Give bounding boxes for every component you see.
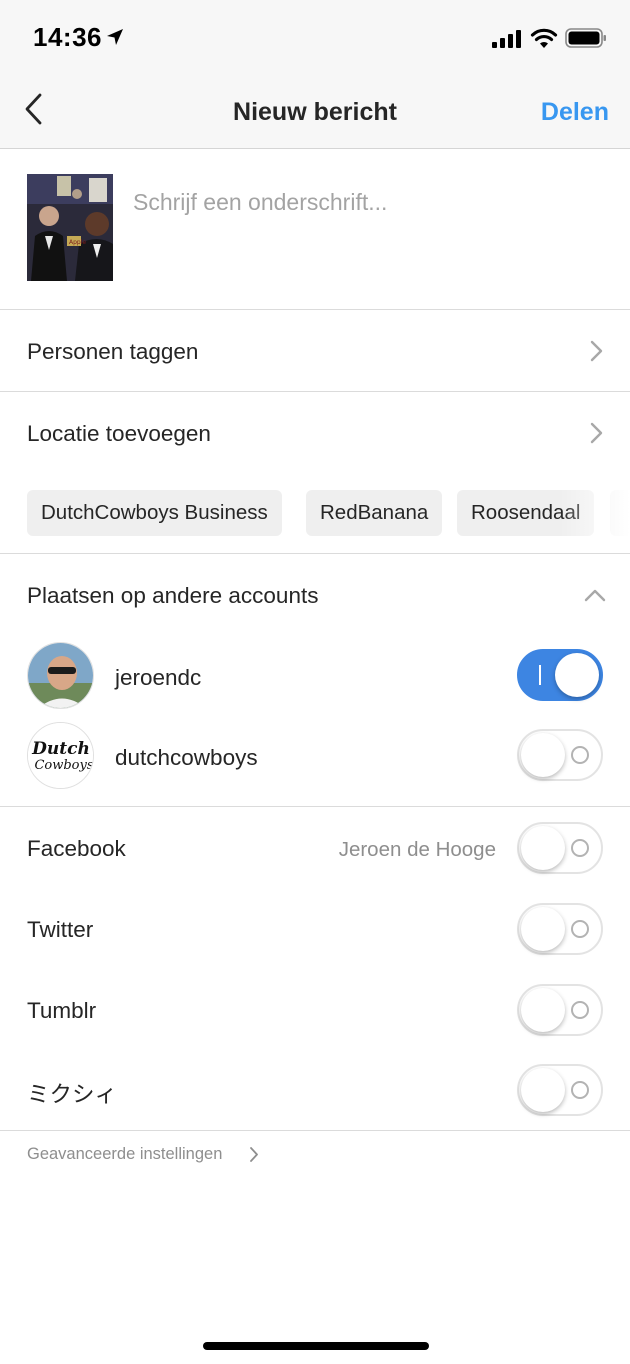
status-time: 14:36 — [33, 22, 102, 52]
scroll-fade — [560, 490, 630, 536]
location-chip[interactable]: RedBanana — [306, 490, 443, 536]
chevron-right-icon — [590, 422, 603, 444]
cellular-signal-icon — [492, 30, 521, 48]
location-arrow-icon — [107, 29, 123, 45]
service-name: Facebook — [27, 836, 126, 861]
toggle-knob — [555, 653, 599, 697]
tag-people-row[interactable]: Personen taggen — [0, 311, 630, 391]
navigation-bar: Nieuw bericht Delen — [0, 78, 630, 149]
compose-area: Apple Schrijf een onderschrift... — [0, 149, 630, 310]
account-row-jeroendc: jeroendc — [0, 637, 630, 717]
toggle-knob — [521, 733, 565, 777]
toggle-on-mark — [539, 665, 541, 685]
toggle-off-mark — [571, 1081, 589, 1099]
other-accounts-label: Plaatsen op andere accounts — [27, 583, 319, 608]
advanced-settings-link[interactable]: Geavanceerde instellingen — [27, 1145, 222, 1164]
chevron-right-icon — [590, 340, 603, 362]
toggle-knob — [521, 988, 565, 1032]
chevron-right-icon — [250, 1147, 258, 1162]
chevron-up-icon — [584, 589, 606, 602]
service-name: Tumblr — [27, 998, 97, 1023]
photo-thumbnail[interactable]: Apple — [27, 174, 113, 281]
logo-text: Cowboys — [34, 758, 93, 773]
service-row-tumblr: Tumblr — [0, 967, 630, 1047]
toggle-jeroendc[interactable] — [517, 649, 603, 701]
other-accounts-header[interactable]: Plaatsen op andere accounts — [0, 554, 630, 634]
svg-text:Apple: Apple — [69, 239, 86, 246]
account-name: jeroendc — [115, 665, 202, 690]
toggle-knob — [521, 907, 565, 951]
toggle-off-mark — [571, 1001, 589, 1019]
location-chip[interactable]: DutchCowboys Business — [27, 490, 282, 536]
toggle-knob — [521, 1068, 565, 1112]
wifi-icon — [530, 28, 558, 48]
account-name: dutchcowboys — [115, 745, 258, 770]
toggle-knob — [521, 826, 565, 870]
service-row-twitter: Twitter — [0, 887, 630, 967]
home-indicator[interactable] — [203, 1342, 429, 1350]
add-location-label: Locatie toevoegen — [27, 421, 211, 446]
facebook-account-name: Jeroen de Hooge — [338, 838, 496, 861]
service-row-facebook: Facebook Jeroen de Hooge — [0, 807, 630, 887]
add-location-row[interactable]: Locatie toevoegen — [0, 392, 630, 472]
toggle-off-mark — [571, 839, 589, 857]
toggle-twitter[interactable] — [517, 903, 603, 955]
battery-icon — [565, 28, 606, 48]
avatar — [27, 642, 94, 709]
service-row-mixi: ミクシィ — [0, 1047, 630, 1129]
divider — [0, 1130, 630, 1131]
logo-text: Dutch — [31, 739, 90, 759]
account-row-dutchcowboys: Dutch Cowboys dutchcowboys — [0, 717, 630, 797]
share-button[interactable]: Delen — [541, 98, 609, 127]
toggle-off-mark — [571, 920, 589, 938]
page-title: Nieuw bericht — [233, 98, 397, 126]
toggle-mixi[interactable] — [517, 1064, 603, 1116]
toggle-tumblr[interactable] — [517, 984, 603, 1036]
service-name: ミクシィ — [27, 1082, 118, 1107]
status-bar: 14:36 — [0, 0, 630, 78]
tag-people-label: Personen taggen — [27, 339, 199, 364]
toggle-off-mark — [571, 746, 589, 764]
toggle-facebook[interactable] — [517, 822, 603, 874]
caption-input[interactable]: Schrijf een onderschrift... — [133, 189, 387, 216]
toggle-dutchcowboys[interactable] — [517, 729, 603, 781]
service-name: Twitter — [27, 917, 94, 942]
avatar: Dutch Cowboys — [27, 722, 94, 789]
location-suggestions: DutchCowboys Business RedBanana Roosenda… — [0, 490, 630, 536]
